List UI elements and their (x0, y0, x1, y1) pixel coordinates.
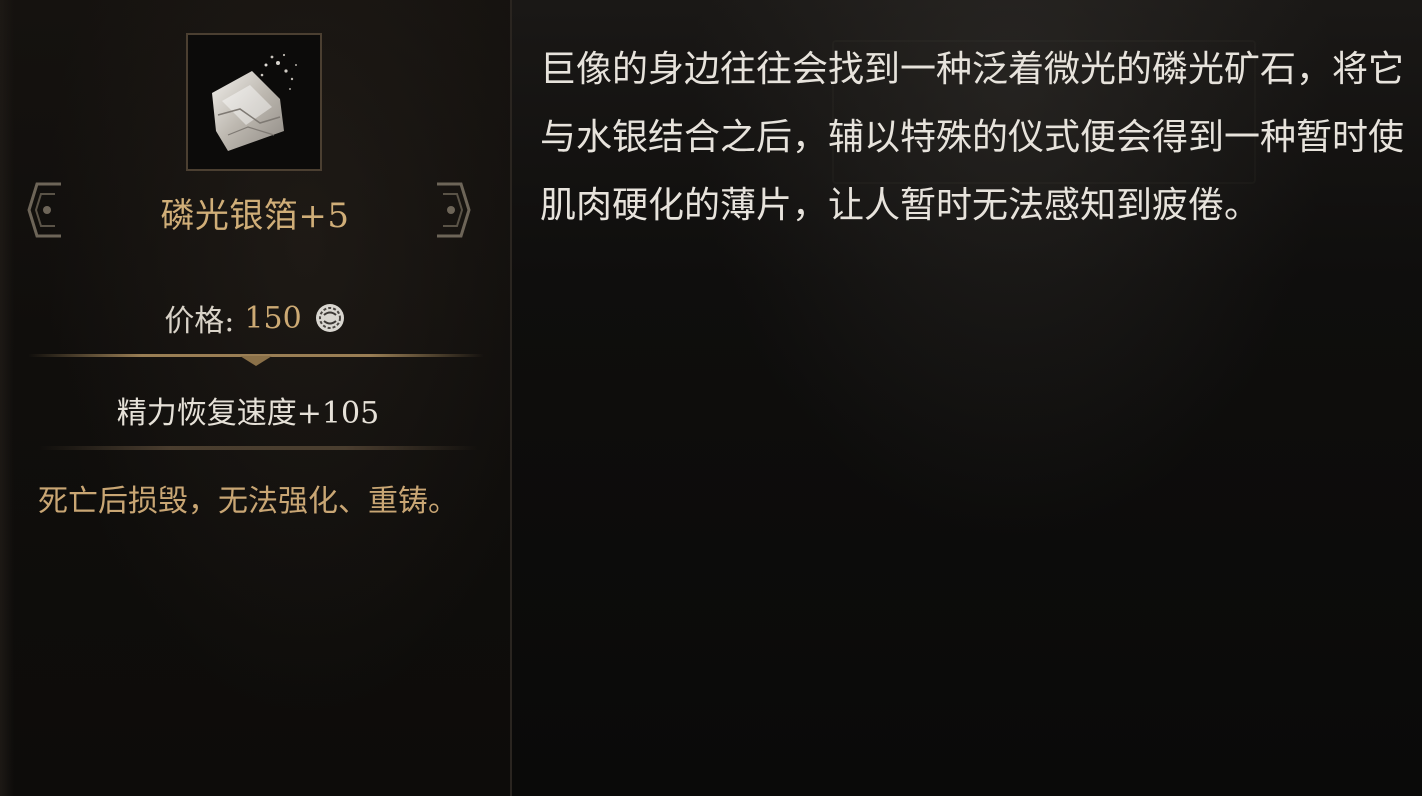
item-card-panel: 磷光银箔+5 价格: 150 精力恢复速度+105 死亡后损毁，无法强化、重铸。 (0, 0, 512, 796)
silver-foil-item-icon (212, 53, 297, 151)
description-panel: 巨像的身边往往会找到一种泛着微光的磷光矿石，将它与水银结合之后，辅以特殊的仪式便… (512, 0, 1422, 796)
item-warning: 死亡后损毁，无法强化、重铸。 (38, 484, 458, 519)
item-name: 磷光银箔+5 (160, 196, 350, 236)
item-description: 巨像的身边往往会找到一种泛着微光的磷光矿石，将它与水银结合之后，辅以特殊的仪式便… (540, 49, 1405, 226)
item-detail-screen: 磷光银箔+5 价格: 150 精力恢复速度+105 死亡后损毁，无法强化、重铸。… (0, 0, 1422, 796)
ornate-divider (28, 354, 484, 366)
item-icon-frame[interactable] (186, 33, 322, 171)
left-ornament-icon (27, 182, 61, 238)
price-row: 价格: 150 (0, 296, 510, 340)
price-value: 150 (244, 300, 302, 336)
currency-coin-icon (315, 304, 344, 332)
stat-bonus: 精力恢复速度+105 (116, 396, 380, 431)
section-divider (38, 446, 478, 450)
price-label: 价格: (164, 304, 235, 339)
